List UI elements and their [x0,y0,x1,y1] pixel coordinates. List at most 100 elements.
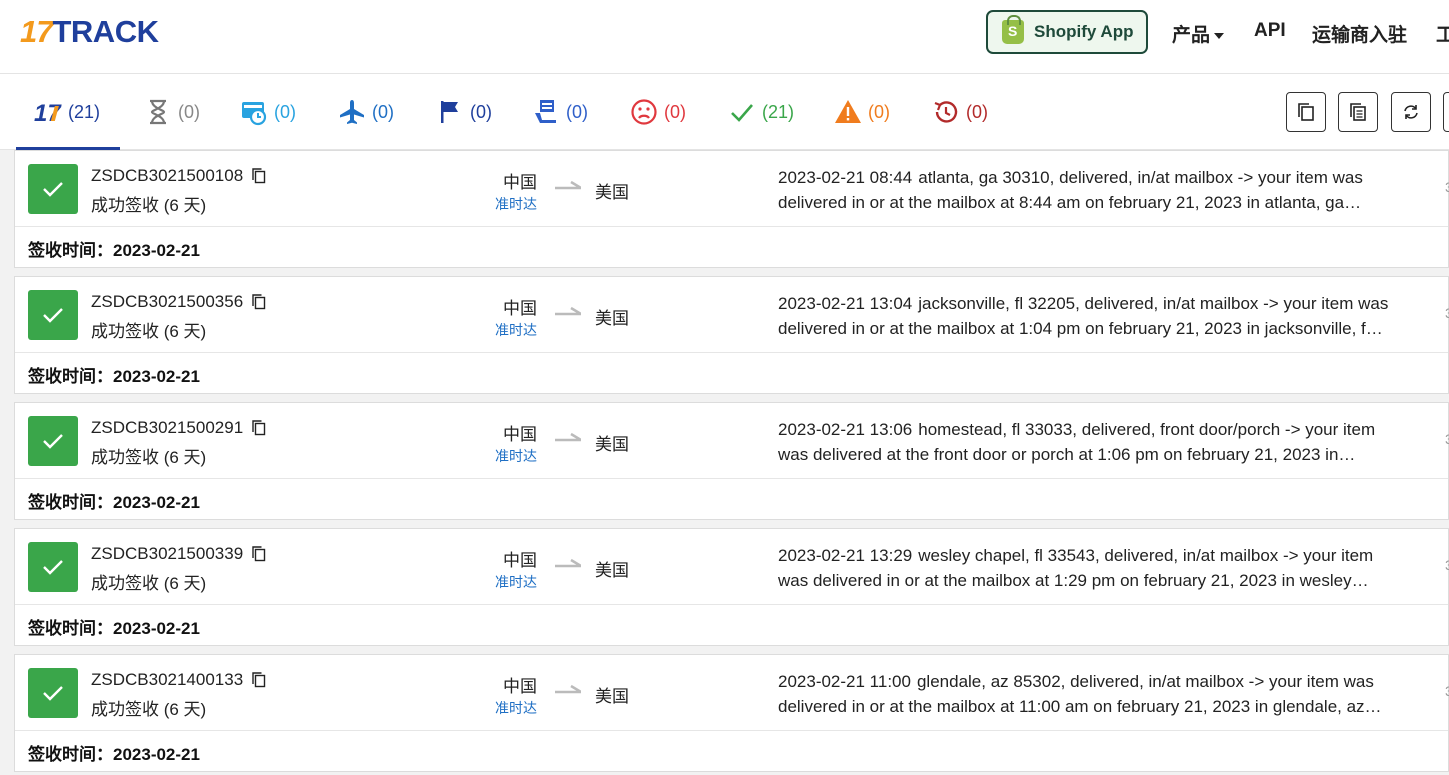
refresh-button[interactable] [1391,92,1431,132]
tracking-number[interactable]: ZSDCB3021500291 [91,418,267,438]
signed-date: 2023-02-21 [113,619,200,638]
truck-clock-icon [242,102,267,126]
event-line1: glendale, az 85302, delivered, in/at mai… [916,672,1374,691]
latest-event[interactable]: 2023-02-21 13:04 jacksonville, fl 32205, … [778,291,1418,341]
shipment-summary: ZSDCB3021500356 成功签收 (6 天) 中国 准时达 美国 202… [15,277,1449,353]
shipment-card[interactable]: ZSDCB3021500291 成功签收 (6 天) 中国 准时达 美国 202… [14,402,1449,520]
edge-digit: 3 [1445,683,1449,699]
event-line1: wesley chapel, fl 33543, delivered, in/a… [918,546,1374,565]
copy-icon[interactable] [251,545,267,563]
tab-expired[interactable]: (0) [932,74,988,150]
copy-icon[interactable] [251,419,267,437]
tracking-number[interactable]: ZSDCB3021400133 [91,670,267,690]
shipment-summary: ZSDCB3021500108 成功签收 (6 天) 中国 准时达 美国 202… [15,151,1449,227]
signed-date: 2023-02-21 [113,241,200,260]
nav-api[interactable]: API [1254,20,1286,42]
top-navbar: 17TRACK Shopify App 产品 API 运输商入驻 工 [0,0,1449,74]
nav-products[interactable]: 产品 [1172,20,1225,47]
shopify-bag-icon [1002,15,1024,44]
17-logo-icon: 17 [34,100,62,126]
latest-event[interactable]: 2023-02-21 08:44 atlanta, ga 30310, deliv… [778,165,1418,215]
tab-in-transit-count: (0) [372,101,394,122]
origin-country: 中国 [503,677,537,696]
destination-country: 美国 [595,435,629,454]
logo-text: TRACK [52,14,159,49]
tab-out-for-delivery-count: (0) [566,101,588,122]
tracking-number[interactable]: ZSDCB3021500108 [91,166,267,186]
tab-all[interactable]: 17 (21) [15,74,121,150]
latest-event[interactable]: 2023-02-21 11:00 glendale, az 85302, deli… [778,669,1418,719]
tab-alert-count: (0) [868,101,890,122]
copy-button[interactable] [1286,92,1326,132]
shopify-app-button[interactable]: Shopify App [986,10,1148,54]
delivered-status-icon [28,668,78,718]
copy-icon[interactable] [251,671,267,689]
status-text: 成功签收 (6 天) [91,322,207,341]
shipment-summary: ZSDCB3021500339 成功签收 (6 天) 中国 准时达 美国 202… [15,529,1449,605]
status-text: 成功签收 (6 天) [91,448,207,467]
tab-undelivered[interactable]: (0) [630,74,686,150]
sad-face-icon [631,99,657,125]
copy-details-button[interactable] [1338,92,1378,132]
shipment-card[interactable]: ZSDCB3021500108 成功签收 (6 天) 中国 准时达 美国 202… [14,150,1449,268]
more-tool-button[interactable] [1443,92,1449,132]
origin-country: 中国 [503,299,537,318]
shipment-summary: ZSDCB3021400133 成功签收 (6 天) 中国 准时达 美国 202… [15,655,1449,731]
chevron-down-icon [1214,32,1225,39]
nav-tools[interactable]: 工 [1436,20,1449,47]
signed-time: 签收时间：2023-02-21 [28,362,200,387]
shipment-card[interactable]: ZSDCB3021400133 成功签收 (6 天) 中国 准时达 美国 202… [14,654,1449,772]
delivered-status-icon [28,542,78,592]
signed-time: 签收时间：2023-02-21 [28,740,200,765]
tracking-number-text: ZSDCB3021500339 [91,544,244,563]
tab-pickup[interactable]: (0) [436,74,492,150]
destination-country: 美国 [595,309,629,328]
tab-out-for-delivery[interactable]: (0) [532,74,588,150]
event-line2: delivered in or at the mailbox at 11:00 … [778,697,1382,716]
svg-text:17: 17 [34,100,62,126]
event-line2: was delivered in or at the mailbox at 1:… [778,571,1369,590]
delivered-status-icon [28,416,78,466]
nav-carrier-join[interactable]: 运输商入驻 [1312,20,1407,47]
latest-event[interactable]: 2023-02-21 13:06 homestead, fl 33033, del… [778,417,1418,467]
tracking-number[interactable]: ZSDCB3021500356 [91,292,267,312]
delivered-status-icon [28,164,78,214]
copy-icon [1298,103,1314,121]
event-line2: was delivered at the front door or porch… [778,445,1356,464]
destination-country: 美国 [595,561,629,580]
shipment-card[interactable]: ZSDCB3021500356 成功签收 (6 天) 中国 准时达 美国 202… [14,276,1449,394]
tab-info-received[interactable]: (0) [240,74,296,150]
latest-event[interactable]: 2023-02-21 13:29 wesley chapel, fl 33543,… [778,543,1418,593]
history-icon [934,101,958,123]
tab-in-transit[interactable]: (0) [338,74,394,150]
tab-info-received-count: (0) [274,101,296,122]
copy-icon[interactable] [251,293,267,311]
site-logo[interactable]: 17 TRACK [20,14,159,49]
tab-alert[interactable]: (0) [834,74,890,150]
flag-icon [441,101,458,123]
signed-time: 签收时间：2023-02-21 [28,236,200,261]
event-time: 2023-02-21 13:06 [778,420,913,439]
on-time-badge: 准时达 [495,574,537,590]
tab-undelivered-count: (0) [664,101,686,122]
delivered-status-icon [28,290,78,340]
tracking-number-text: ZSDCB3021500356 [91,292,244,311]
copy-icon[interactable] [251,167,267,185]
warning-icon [835,100,861,123]
event-time: 2023-02-21 13:29 [778,546,913,565]
signed-label: 签收时间： [28,367,113,386]
on-time-badge: 准时达 [495,700,537,716]
tab-not-found[interactable]: (0) [144,74,200,150]
refresh-icon [1404,105,1418,119]
signed-date: 2023-02-21 [113,367,200,386]
signed-time: 签收时间：2023-02-21 [28,614,200,639]
shipment-summary: ZSDCB3021500291 成功签收 (6 天) 中国 准时达 美国 202… [15,403,1449,479]
status-text: 成功签收 (6 天) [91,574,207,593]
tab-delivered[interactable]: (21) [728,74,794,150]
tab-pickup-count: (0) [470,101,492,122]
event-time: 2023-02-21 08:44 [778,168,913,187]
tracking-number[interactable]: ZSDCB3021500339 [91,544,267,564]
signed-label: 签收时间： [28,619,113,638]
shipment-card[interactable]: ZSDCB3021500339 成功签收 (6 天) 中国 准时达 美国 202… [14,528,1449,646]
signed-date: 2023-02-21 [113,745,200,764]
